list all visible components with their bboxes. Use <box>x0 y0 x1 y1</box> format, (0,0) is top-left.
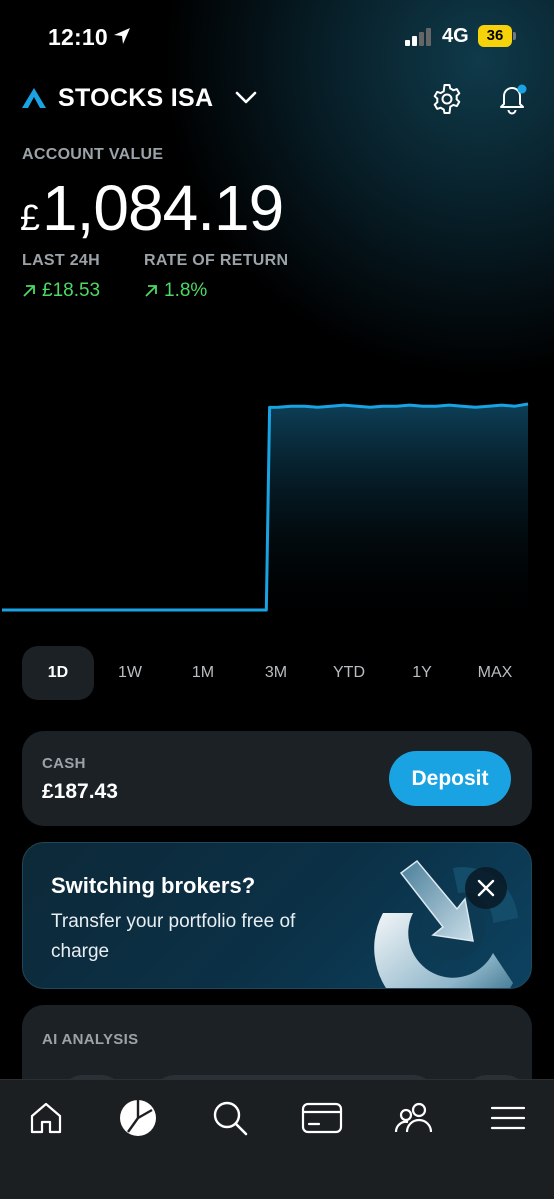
account-currency: £ <box>20 197 41 238</box>
ai-analysis-label: AI ANALYSIS <box>42 1031 139 1048</box>
cash-amount: £187.43 <box>42 780 118 803</box>
card-icon <box>301 1102 343 1134</box>
range-tab-1m[interactable]: 1M <box>167 646 239 700</box>
cash-card: CASH £187.43 Deposit <box>22 731 532 826</box>
promo-close-button[interactable] <box>465 867 507 909</box>
promo-title: Switching brokers? <box>51 873 256 898</box>
search-icon <box>213 1101 248 1136</box>
range-tab-ytd[interactable]: YTD <box>313 646 385 700</box>
range-tab-max[interactable]: MAX <box>459 646 531 700</box>
gear-icon[interactable] <box>430 82 464 116</box>
battery-indicator: 36 <box>478 25 516 47</box>
last-24h-stat: LAST 24H £18.53 <box>22 252 100 302</box>
network-label: 4G <box>442 25 469 47</box>
range-tab-3m[interactable]: 3M <box>240 646 312 700</box>
range-tabs: 1D 1W 1M 3M YTD 1Y MAX <box>22 646 532 700</box>
close-icon <box>477 879 495 897</box>
logo-icon <box>22 88 46 108</box>
battery-level: 36 <box>478 25 512 47</box>
transfer-promo-card[interactable]: Switching brokers? Transfer your portfol… <box>22 842 532 989</box>
chart-area <box>266 404 528 632</box>
account-title[interactable]: STOCKS ISA <box>58 84 213 113</box>
battery-tip <box>513 32 516 40</box>
rate-of-return-value: 1.8% <box>164 280 208 301</box>
menu-icon <box>490 1106 526 1130</box>
rate-of-return-value-row: 1.8% <box>144 280 288 302</box>
rate-of-return-stat: RATE OF RETURN 1.8% <box>144 252 288 302</box>
arrow-up-right-icon <box>23 285 35 297</box>
range-tab-1w[interactable]: 1W <box>94 646 166 700</box>
range-tab-1d[interactable]: 1D <box>22 646 94 700</box>
deposit-button[interactable]: Deposit <box>389 751 511 806</box>
portfolio-pie-icon <box>120 1100 156 1136</box>
account-amount: 1,084.19 <box>42 172 284 244</box>
range-tab-1y[interactable]: 1Y <box>386 646 458 700</box>
last-24h-label: LAST 24H <box>22 252 100 269</box>
last-24h-value-row: £18.53 <box>22 280 100 302</box>
rate-of-return-label: RATE OF RETURN <box>144 252 289 269</box>
header: STOCKS ISA <box>0 78 554 122</box>
community-icon <box>394 1102 433 1133</box>
status-time: 12:10 <box>48 24 108 50</box>
bell-icon[interactable] <box>494 80 530 116</box>
nav-community[interactable] <box>392 1096 436 1140</box>
promo-body: Transfer your portfolio free of charge <box>51 911 296 962</box>
portfolio-chart[interactable] <box>0 392 554 632</box>
bottom-nav <box>0 1079 554 1199</box>
home-icon <box>30 1102 62 1134</box>
nav-card[interactable] <box>300 1096 344 1140</box>
account-value-label: ACCOUNT VALUE <box>22 146 164 163</box>
nav-search[interactable] <box>208 1096 252 1140</box>
nav-menu[interactable] <box>486 1096 530 1140</box>
chevron-down-icon[interactable] <box>234 90 258 106</box>
location-arrow-icon <box>114 28 130 44</box>
nav-home[interactable] <box>24 1096 68 1140</box>
arrow-up-right-icon <box>145 285 157 297</box>
signal-icon <box>405 28 431 46</box>
last-24h-value: £18.53 <box>42 280 101 301</box>
transfer-arrow-illustration <box>374 859 518 988</box>
cash-label: CASH <box>42 755 86 772</box>
account-value: £ 1,084.19 <box>20 172 284 244</box>
status-bar: 12:10 4G 36 <box>0 0 554 74</box>
nav-portfolio[interactable] <box>116 1096 160 1140</box>
